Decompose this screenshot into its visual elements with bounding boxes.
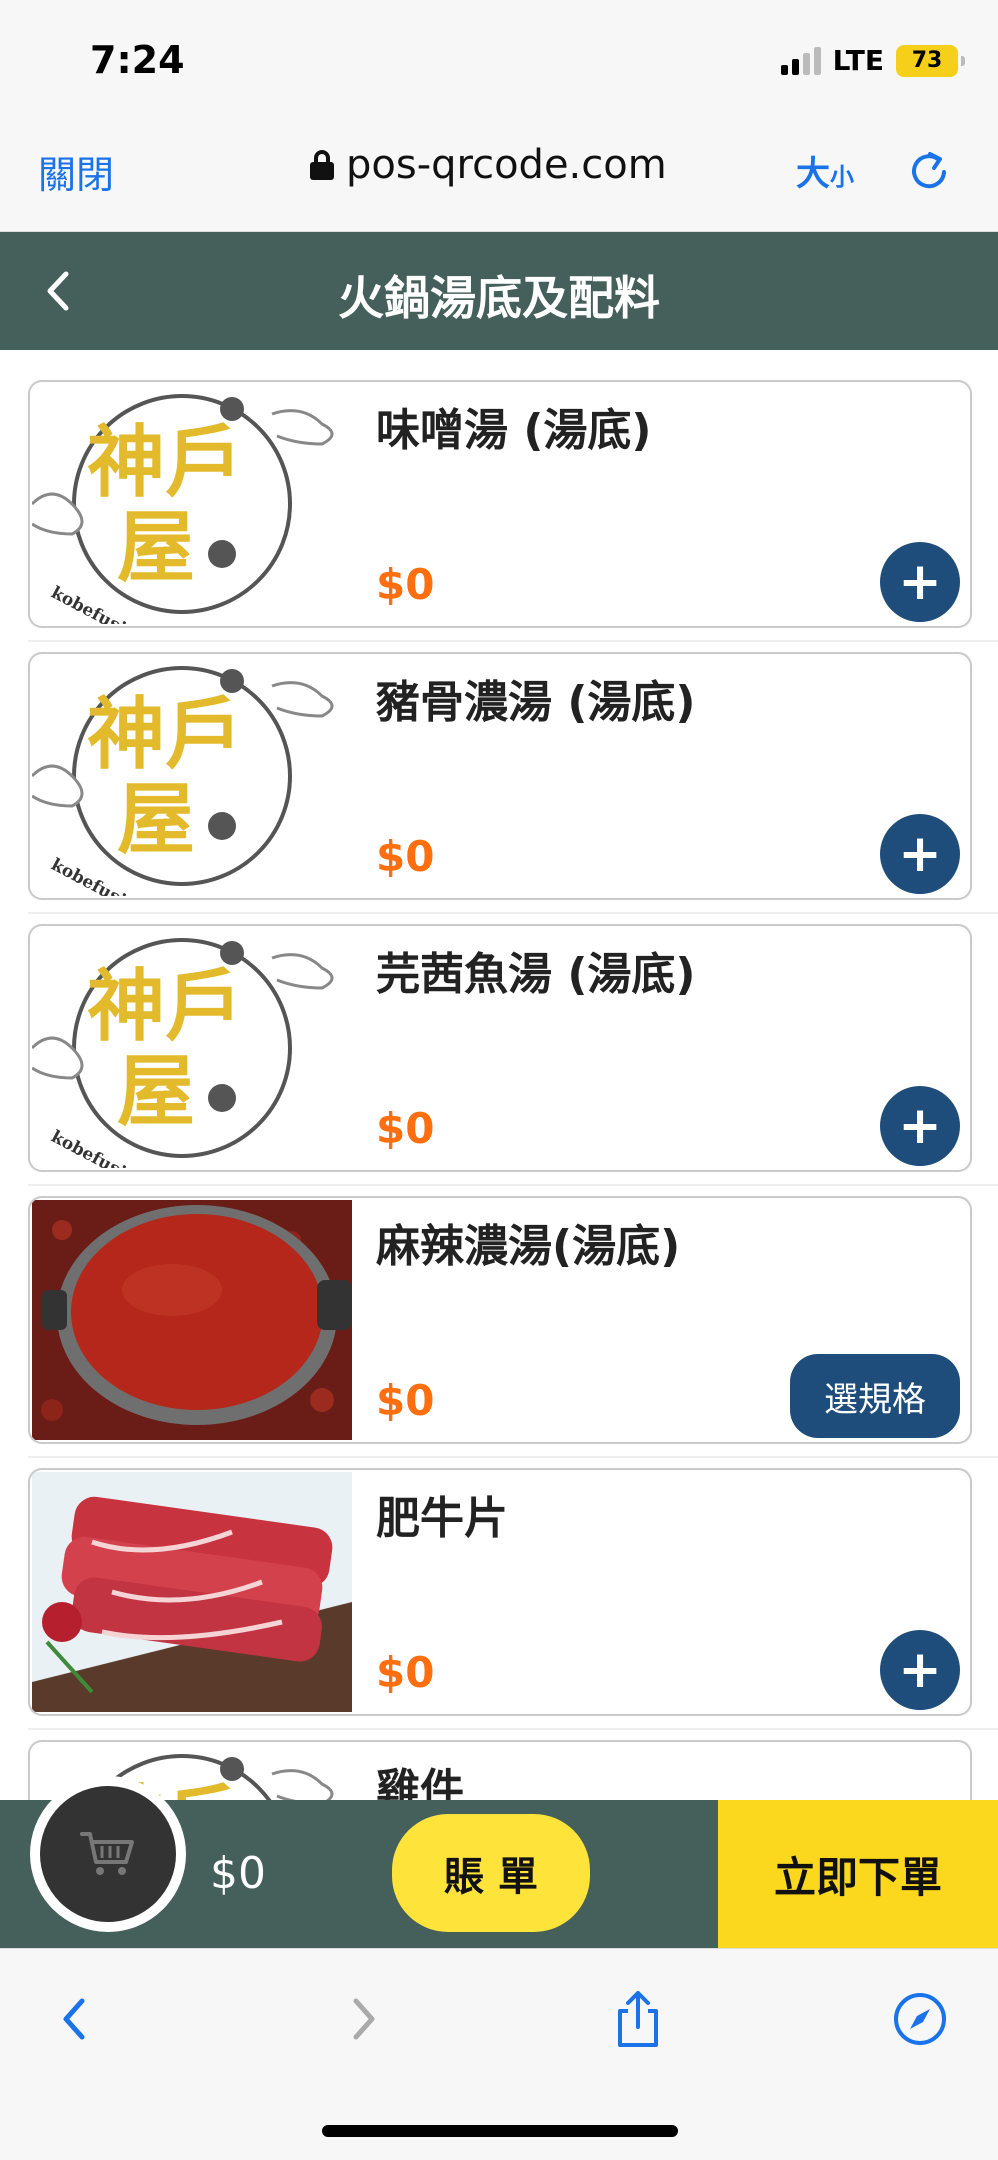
- divider: [28, 1728, 998, 1730]
- item-name: 肥牛片: [376, 1493, 508, 1544]
- item-name: 麻辣濃湯(湯底): [376, 1221, 681, 1272]
- forward-icon[interactable]: [332, 1989, 392, 2049]
- logo-text: 屋: [117, 502, 195, 593]
- status-bar: 7:24 LTE 73: [0, 0, 998, 120]
- plus-icon: +: [898, 824, 942, 884]
- menu-item[interactable]: 肥牛片 $0 +: [28, 1468, 972, 1716]
- menu-item[interactable]: 神戶 屋 kobefusion restaurant 味噌湯 (湯底) $0 +: [28, 380, 972, 628]
- page-header: 火鍋湯底及配料: [0, 232, 998, 350]
- menu-item[interactable]: 神戶 雞件: [28, 1740, 972, 1800]
- divider: [28, 1456, 998, 1458]
- network-label: LTE: [832, 44, 884, 77]
- cart-button[interactable]: [30, 1776, 186, 1932]
- logo-text: 神戶: [87, 961, 243, 1052]
- spicy-soup-image: [32, 1200, 352, 1440]
- status-indicators: LTE 73: [780, 44, 965, 77]
- logo-text: 神戶: [87, 417, 243, 508]
- beef-slices-image: [32, 1472, 352, 1712]
- menu-list: 神戶 屋 kobefusion restaurant 味噌湯 (湯底) $0 +…: [0, 350, 998, 1800]
- browser-toolbar: [0, 1948, 998, 2160]
- plus-icon: +: [898, 1640, 942, 1700]
- cart-total: $0: [210, 1848, 266, 1899]
- add-button[interactable]: +: [880, 814, 960, 894]
- logo-text: 屋: [117, 1046, 195, 1137]
- restaurant-logo-image: 神戶 屋 kobefusion restaurant: [32, 384, 352, 624]
- page-title: 火鍋湯底及配料: [338, 271, 660, 325]
- divider: [28, 1184, 998, 1186]
- share-icon[interactable]: [608, 1989, 668, 2049]
- item-price: $0: [376, 1376, 435, 1425]
- home-indicator: [322, 2125, 678, 2137]
- add-button[interactable]: +: [880, 1086, 960, 1166]
- lock-icon: [310, 150, 334, 180]
- menu-item[interactable]: 神戶 屋 kobefusion restaurant 芫茜魚湯 (湯底) $0 …: [28, 924, 972, 1172]
- add-button[interactable]: +: [880, 1630, 960, 1710]
- plus-icon: +: [898, 552, 942, 612]
- divider: [28, 640, 998, 642]
- item-price: $0: [376, 1104, 435, 1153]
- menu-item[interactable]: 麻辣濃湯(湯底) $0 選規格: [28, 1196, 972, 1444]
- address-bar[interactable]: pos-qrcode.com: [310, 142, 667, 188]
- text-size-small: 小: [830, 163, 854, 191]
- logo-text: 神戶: [87, 689, 243, 780]
- item-name: 雞件: [376, 1765, 464, 1800]
- close-button[interactable]: 關閉: [38, 144, 114, 199]
- add-button[interactable]: +: [880, 542, 960, 622]
- plus-icon: +: [898, 1096, 942, 1156]
- status-time: 7:24: [90, 38, 185, 82]
- restaurant-logo-image: 神戶 屋 kobefusion restaurant: [32, 928, 352, 1168]
- menu-item[interactable]: 神戶 屋 kobefusion restaurant 豬骨濃湯 (湯底) $0 …: [28, 652, 972, 900]
- order-now-button[interactable]: 立即下單: [718, 1800, 998, 1948]
- url-text: pos-qrcode.com: [346, 142, 667, 188]
- text-size-button[interactable]: 大小: [796, 146, 854, 195]
- item-price: $0: [376, 832, 435, 881]
- cart-icon: [80, 1832, 134, 1875]
- battery-level: 73: [911, 48, 943, 73]
- back-icon[interactable]: [46, 1989, 106, 2049]
- restaurant-logo-image: 神戶 屋 kobefusion restaurant: [32, 656, 352, 896]
- order-bar: $0 賬 單 立即下單: [0, 1776, 998, 1948]
- bill-button[interactable]: 賬 單: [392, 1814, 590, 1932]
- text-size-big: 大: [796, 154, 830, 194]
- browser-top-bar: 關閉 pos-qrcode.com 大小: [0, 120, 998, 232]
- item-name: 豬骨濃湯 (湯底): [376, 677, 696, 728]
- reload-icon[interactable]: [906, 148, 952, 194]
- item-name: 芫茜魚湯 (湯底): [376, 949, 696, 1000]
- logo-text: 屋: [117, 774, 195, 865]
- divider: [28, 912, 998, 914]
- compass-icon[interactable]: [890, 1989, 950, 2049]
- item-name: 味噌湯 (湯底): [376, 405, 652, 456]
- battery-icon: 73: [896, 44, 965, 77]
- item-price: $0: [376, 560, 435, 609]
- item-price: $0: [376, 1648, 435, 1697]
- signal-icon: [780, 46, 821, 75]
- select-options-button[interactable]: 選規格: [790, 1354, 960, 1438]
